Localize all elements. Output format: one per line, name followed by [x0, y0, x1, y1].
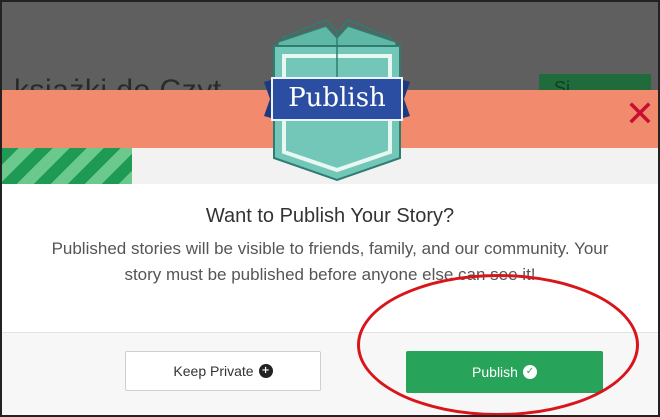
modal-heading: Want to Publish Your Story?	[205, 205, 455, 227]
plus-circle-icon: +	[258, 364, 273, 378]
keep-private-label: Keep Private	[173, 363, 254, 379]
modal-description: Published stories will be visible to fri…	[51, 239, 609, 284]
progress-stripe	[2, 148, 132, 184]
logo-label: Publish	[288, 83, 386, 113]
check-circle-icon: ✓	[522, 365, 537, 379]
screenshot-frame: ksiażki do Czyt Si ✕ Want to Publish You…	[0, 0, 660, 417]
keep-private-button[interactable]: Keep Private +	[125, 351, 321, 391]
close-icon[interactable]: ✕	[622, 97, 658, 133]
publish-label: Publish	[472, 364, 518, 380]
publish-button[interactable]: Publish ✓	[406, 351, 603, 393]
